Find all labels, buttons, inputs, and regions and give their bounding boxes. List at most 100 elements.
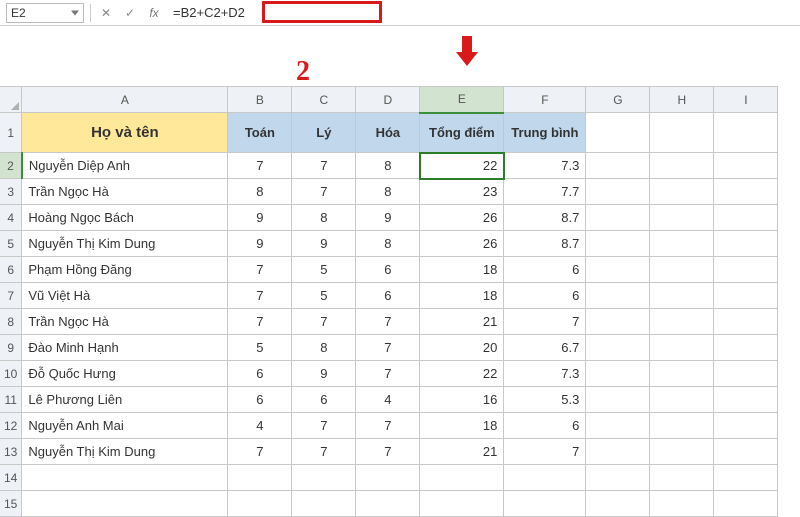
cell[interactable] <box>650 439 714 465</box>
row-header-4[interactable]: 4 <box>0 205 22 231</box>
cell[interactable] <box>714 335 778 361</box>
cell-name[interactable]: Trần Ngọc Hà <box>22 309 228 335</box>
cell[interactable] <box>586 113 650 153</box>
cell[interactable] <box>586 309 650 335</box>
cell-tb[interactable]: 7.3 <box>504 153 586 179</box>
cell[interactable] <box>714 465 778 491</box>
cell-toan[interactable]: 4 <box>228 413 292 439</box>
cell-tong[interactable]: 20 <box>420 335 504 361</box>
cell[interactable] <box>586 413 650 439</box>
cell-tong[interactable]: 22 <box>420 361 504 387</box>
cell[interactable] <box>714 205 778 231</box>
cell-ly[interactable]: 5 <box>292 283 356 309</box>
cell-tb[interactable]: 7 <box>504 309 586 335</box>
cell[interactable] <box>650 413 714 439</box>
cell-ly[interactable]: 9 <box>292 361 356 387</box>
cell[interactable] <box>650 205 714 231</box>
cell-name[interactable]: Đào Minh Hạnh <box>22 335 228 361</box>
cell[interactable] <box>714 387 778 413</box>
cell-name[interactable]: Nguyễn Anh Mai <box>22 413 228 439</box>
cell[interactable] <box>420 465 504 491</box>
cell[interactable] <box>504 465 586 491</box>
cancel-icon[interactable]: ✕ <box>97 4 115 22</box>
cell-hoa[interactable]: 7 <box>356 309 420 335</box>
select-all-corner[interactable] <box>0 87 22 113</box>
cell[interactable] <box>650 153 714 179</box>
cell-tong[interactable]: 18 <box>420 413 504 439</box>
header-hoa[interactable]: Hóa <box>356 113 420 153</box>
row-header-6[interactable]: 6 <box>0 257 22 283</box>
cell-name[interactable]: Trần Ngọc Hà <box>22 179 228 205</box>
cell-tb[interactable]: 7.3 <box>504 361 586 387</box>
header-tong[interactable]: Tổng điểm <box>420 113 504 153</box>
cell-toan[interactable]: 9 <box>228 205 292 231</box>
cell[interactable] <box>650 361 714 387</box>
formula-input[interactable]: =B2+C2+D2 <box>169 3 794 23</box>
cell-name[interactable]: Lê Phương Liên <box>22 387 228 413</box>
cell[interactable] <box>714 113 778 153</box>
cell-ly[interactable]: 8 <box>292 205 356 231</box>
cell-tong[interactable]: 26 <box>420 205 504 231</box>
cell[interactable] <box>586 361 650 387</box>
cell[interactable] <box>714 309 778 335</box>
cell[interactable] <box>650 465 714 491</box>
cell-tb[interactable]: 6 <box>504 283 586 309</box>
cell-toan[interactable]: 6 <box>228 387 292 413</box>
cell-tb[interactable]: 7 <box>504 439 586 465</box>
cell-hoa[interactable]: 6 <box>356 283 420 309</box>
cell-ly[interactable]: 9 <box>292 231 356 257</box>
cell[interactable] <box>714 413 778 439</box>
row-header-9[interactable]: 9 <box>0 335 22 361</box>
cell-tong[interactable]: 18 <box>420 283 504 309</box>
cell[interactable] <box>650 335 714 361</box>
cell[interactable] <box>650 283 714 309</box>
cell-toan[interactable]: 7 <box>228 257 292 283</box>
cell[interactable] <box>650 179 714 205</box>
cell-hoa[interactable]: 7 <box>356 439 420 465</box>
col-header-A[interactable]: A <box>22 87 228 113</box>
cell-ly[interactable]: 7 <box>292 413 356 439</box>
cell[interactable] <box>228 465 292 491</box>
cell-tb[interactable]: 6 <box>504 413 586 439</box>
cell[interactable] <box>586 153 650 179</box>
header-name[interactable]: Họ và tên <box>22 113 228 153</box>
cell[interactable] <box>586 231 650 257</box>
row-header-3[interactable]: 3 <box>0 179 22 205</box>
col-header-G[interactable]: G <box>586 87 650 113</box>
header-toan[interactable]: Toán <box>228 113 292 153</box>
row-header-2[interactable]: 2 <box>0 153 22 179</box>
cell-name[interactable]: Vũ Việt Hà <box>22 283 228 309</box>
cell-toan[interactable]: 6 <box>228 361 292 387</box>
row-header-5[interactable]: 5 <box>0 231 22 257</box>
cell[interactable] <box>650 387 714 413</box>
cell-name[interactable]: Đỗ Quốc Hưng <box>22 361 228 387</box>
row-header-7[interactable]: 7 <box>0 283 22 309</box>
cell-toan[interactable]: 7 <box>228 439 292 465</box>
cell[interactable] <box>714 361 778 387</box>
cell[interactable] <box>586 257 650 283</box>
col-header-F[interactable]: F <box>504 87 586 113</box>
cell[interactable] <box>650 113 714 153</box>
cell[interactable] <box>714 257 778 283</box>
cell[interactable] <box>650 257 714 283</box>
cell-tb[interactable]: 6.7 <box>504 335 586 361</box>
cell-toan[interactable]: 9 <box>228 231 292 257</box>
cell[interactable] <box>586 335 650 361</box>
col-header-C[interactable]: C <box>292 87 356 113</box>
cell-ly[interactable]: 7 <box>292 309 356 335</box>
cell-hoa[interactable]: 8 <box>356 231 420 257</box>
row-header-14[interactable]: 14 <box>0 465 22 491</box>
cell-ly[interactable]: 7 <box>292 179 356 205</box>
cell-hoa[interactable]: 6 <box>356 257 420 283</box>
row-header-8[interactable]: 8 <box>0 309 22 335</box>
cell-toan[interactable]: 7 <box>228 283 292 309</box>
grid[interactable]: A B C D E F G H I 1 Họ và tên Toán Lý Hó… <box>0 86 778 517</box>
cell[interactable] <box>586 179 650 205</box>
row-header-12[interactable]: 12 <box>0 413 22 439</box>
header-ly[interactable]: Lý <box>292 113 356 153</box>
cell-tb[interactable]: 6 <box>504 257 586 283</box>
cell-ly[interactable]: 8 <box>292 335 356 361</box>
cell[interactable] <box>714 153 778 179</box>
cell-toan[interactable]: 7 <box>228 153 292 179</box>
row-header-1[interactable]: 1 <box>0 113 22 153</box>
